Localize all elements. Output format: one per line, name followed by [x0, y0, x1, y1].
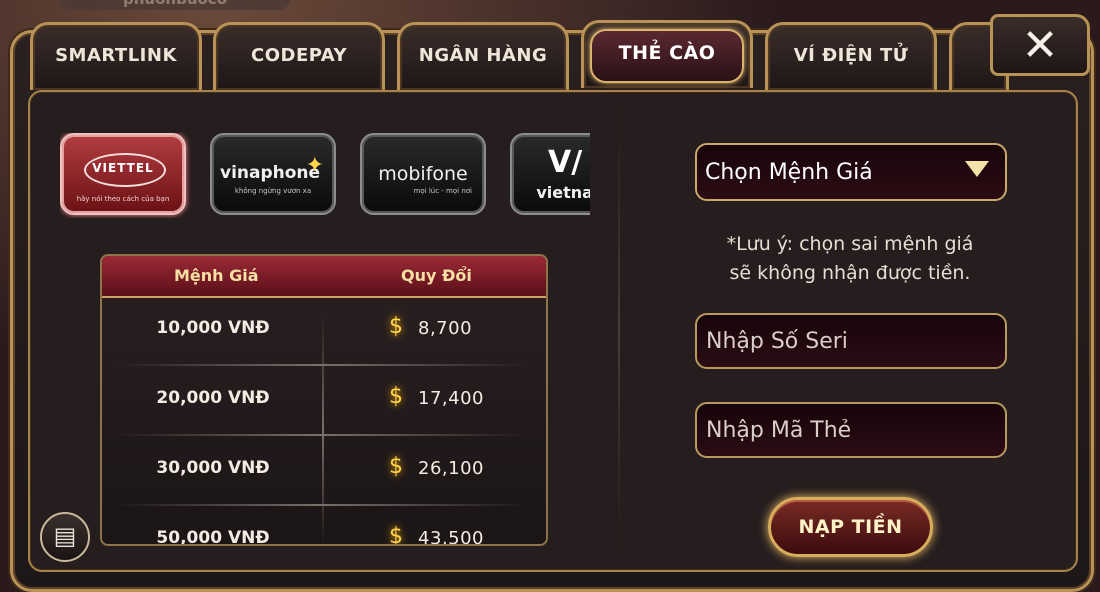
panel-divider — [618, 110, 620, 550]
carrier-list: VIETTEL hãy nói theo cách của bạn vinaph… — [60, 133, 590, 218]
coin-icon: $ — [389, 524, 403, 546]
close-icon: ✕ — [1021, 20, 1059, 71]
history-button[interactable]: ▤ — [40, 512, 90, 562]
row-amount: 17,400 — [418, 388, 484, 409]
row-value: 30,000 VNĐ — [156, 458, 270, 478]
vietnamobile-logo-icon: V/ — [548, 145, 583, 180]
submit-button[interactable]: NẠP TIỀN — [768, 497, 933, 557]
table-row: 10,000 VNĐ $ 8,700 — [102, 296, 546, 366]
table-row: 20,000 VNĐ $ 17,400 — [102, 366, 546, 436]
select-label: Chọn Mệnh Giá — [705, 160, 873, 185]
carrier-viettel[interactable]: VIETTEL hãy nói theo cách của bạn — [60, 133, 186, 215]
serial-field[interactable] — [695, 313, 1007, 369]
carrier-slogan: không ngừng vươn xa — [234, 187, 312, 195]
tab-smartlink[interactable]: SMARTLINK — [30, 22, 202, 90]
coin-icon: $ — [389, 314, 403, 339]
note-line: sẽ không nhận được tiền. — [729, 262, 971, 284]
tab-label: SMARTLINK — [55, 45, 177, 66]
carrier-vinaphone[interactable]: vinaphone ✦ không ngừng vươn xa — [210, 133, 336, 215]
tab-label: THẺ CÀO — [618, 42, 716, 64]
carrier-name: mobifone — [378, 163, 468, 185]
row-value: 10,000 VNĐ — [156, 318, 270, 338]
serial-input[interactable] — [697, 315, 1005, 367]
carrier-vietnamobile[interactable]: V/ vietnam — [510, 133, 590, 215]
row-amount: 8,700 — [418, 318, 473, 339]
tab-label: CODEPAY — [250, 45, 348, 66]
tab-label: NGÂN HÀNG — [418, 45, 548, 66]
note-line: *Lưu ý: chọn sai mệnh giá — [726, 233, 974, 255]
denomination-select[interactable]: Chọn Mệnh Giá — [695, 143, 1007, 201]
tab-bar: SMARTLINK CODEPAY NGÂN HÀNG THẺ CÀO VÍ Đ… — [0, 0, 1100, 92]
rate-table-header: Mệnh Giá Quy Đổi — [102, 256, 546, 298]
tab-ewallet[interactable]: VÍ ĐIỆN TỬ — [765, 22, 937, 90]
carrier-name: VIETTEL — [92, 161, 154, 175]
row-value: 20,000 VNĐ — [156, 388, 270, 408]
carrier-mobifone[interactable]: mobifone mọi lúc - mọi nơi — [360, 133, 486, 215]
tab-label: VÍ ĐIỆN TỬ — [793, 45, 909, 66]
chevron-down-icon — [965, 161, 989, 177]
history-icon: ▤ — [53, 522, 77, 550]
carrier-slogan: mọi lúc - mọi nơi — [413, 187, 472, 195]
coin-icon: $ — [389, 454, 403, 479]
row-value: 50,000 VNĐ — [156, 528, 270, 546]
row-amount: 43,500 — [418, 528, 484, 546]
tab-card[interactable]: THẺ CÀO — [581, 20, 753, 88]
vinaphone-logo-icon: ✦ — [305, 153, 324, 178]
tab-bank[interactable]: NGÂN HÀNG — [397, 22, 569, 90]
column-header-value: Mệnh Giá — [174, 266, 259, 285]
row-amount: 26,100 — [418, 458, 484, 479]
table-row: 50,000 VNĐ $ 43,500 — [102, 506, 546, 546]
warning-note: *Lưu ý: chọn sai mệnh giá sẽ không nhận … — [690, 230, 1010, 288]
card-code-input[interactable] — [697, 404, 1005, 456]
card-code-field[interactable] — [695, 402, 1007, 458]
carrier-slogan: hãy nói theo cách của bạn — [76, 195, 170, 203]
table-row: 30,000 VNĐ $ 26,100 — [102, 436, 546, 506]
close-button[interactable]: ✕ — [990, 14, 1090, 76]
tab-codepay[interactable]: CODEPAY — [213, 22, 385, 90]
column-header-exchange: Quy Đổi — [401, 266, 472, 285]
coin-icon: $ — [389, 384, 403, 409]
rate-table: Mệnh Giá Quy Đổi 10,000 VNĐ $ 8,700 20,0… — [100, 254, 548, 546]
carrier-name: vietnam — [536, 183, 590, 202]
